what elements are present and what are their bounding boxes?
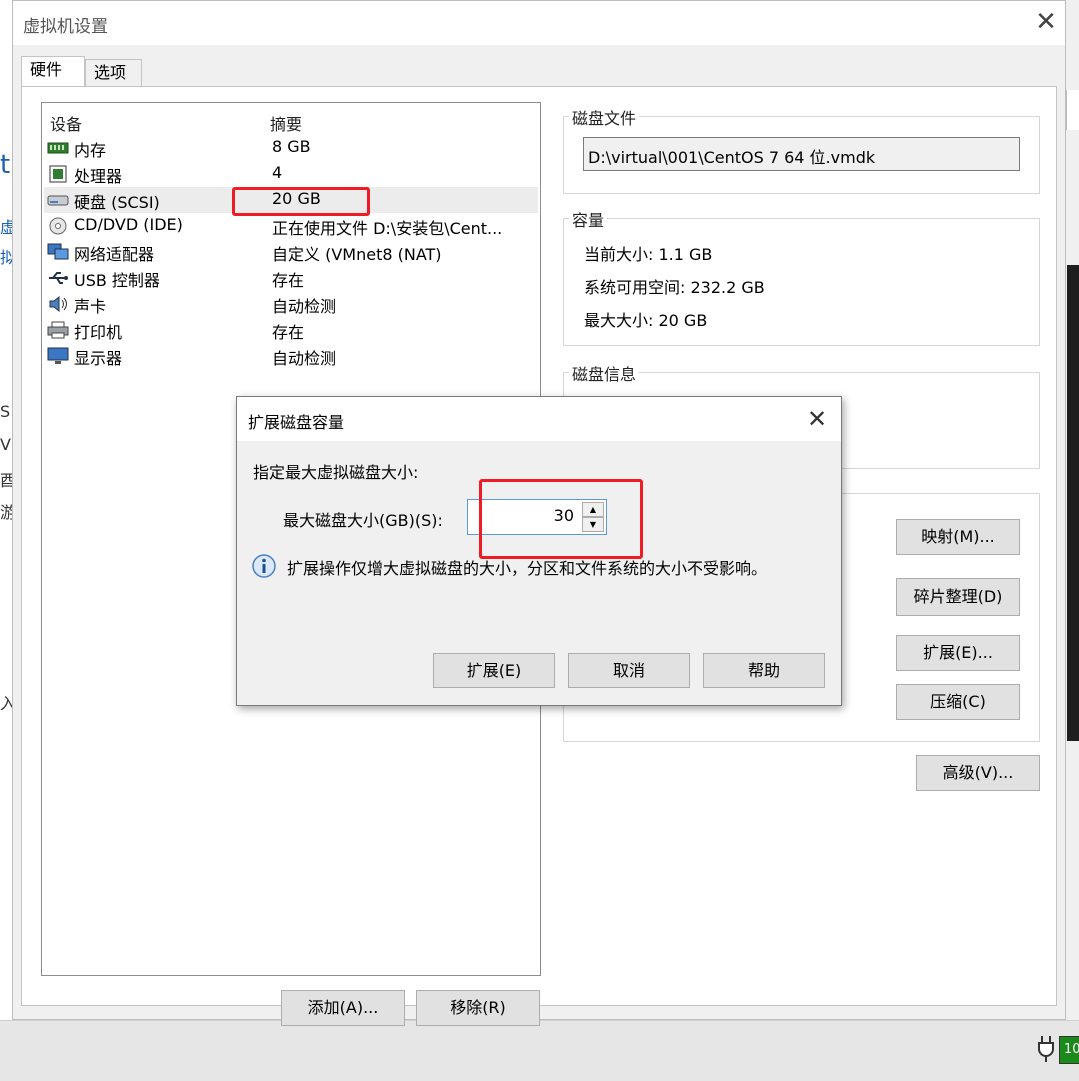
device-row-network-adapter[interactable]: 网络适配器 自定义 (VMnet8 (NAT) bbox=[44, 239, 538, 265]
power-plug-icon[interactable] bbox=[1036, 1034, 1058, 1062]
battery-indicator[interactable]: 10 bbox=[1059, 1036, 1079, 1064]
device-row-display[interactable]: 显示器 自动检测 bbox=[44, 343, 538, 369]
available-space-text: 系统可用空间: 232.2 GB bbox=[584, 278, 765, 297]
network-adapter-icon bbox=[47, 243, 69, 260]
close-icon[interactable]: ✕ bbox=[1031, 7, 1061, 37]
expand-button[interactable]: 扩展(E)... bbox=[896, 635, 1020, 671]
monitor-icon bbox=[47, 347, 69, 364]
memory-icon bbox=[47, 142, 69, 154]
bg-glyph: V bbox=[0, 435, 11, 454]
printer-icon bbox=[47, 321, 69, 339]
device-name: 声卡 bbox=[74, 297, 107, 316]
background-window-right bbox=[1066, 90, 1079, 130]
device-name: 网络适配器 bbox=[74, 245, 155, 264]
device-row-printer[interactable]: 打印机 存在 bbox=[44, 317, 538, 343]
device-row-memory[interactable]: 内存 8 GB bbox=[44, 135, 538, 161]
speaker-icon bbox=[49, 295, 67, 313]
device-summary: 自动检测 bbox=[272, 349, 337, 368]
device-summary: 4 bbox=[272, 163, 283, 182]
map-button[interactable]: 映射(M)... bbox=[896, 519, 1020, 555]
max-size-text: 最大大小: 20 GB bbox=[584, 311, 708, 330]
defrag-button[interactable]: 碎片整理(D) bbox=[896, 578, 1020, 616]
device-name: 内存 bbox=[74, 141, 107, 160]
hard-disk-icon bbox=[47, 195, 69, 206]
device-summary: 正在使用文件 D:\安装包\Cent... bbox=[272, 219, 503, 238]
expand-dialog-title: 扩展磁盘容量 bbox=[248, 413, 345, 432]
current-size-text: 当前大小: 1.1 GB bbox=[584, 245, 713, 264]
column-header-device: 设备 bbox=[50, 115, 83, 134]
add-button[interactable]: 添加(A)... bbox=[281, 990, 405, 1026]
disk-file-path-field[interactable]: D:\virtual\001\CentOS 7 64 位.vmdk bbox=[583, 137, 1020, 171]
column-header-summary: 摘要 bbox=[270, 115, 303, 134]
device-row-sound-card[interactable]: 声卡 自动检测 bbox=[44, 291, 538, 317]
tab-options[interactable]: 选项 bbox=[85, 59, 142, 86]
device-row-processor[interactable]: 处理器 4 bbox=[44, 161, 538, 187]
close-icon[interactable]: ✕ bbox=[803, 405, 831, 433]
window-title: 虚拟机设置 bbox=[23, 17, 108, 37]
highlight-box-disk-size bbox=[232, 187, 370, 216]
device-summary: 存在 bbox=[272, 323, 305, 342]
usb-icon bbox=[49, 272, 68, 284]
compact-button[interactable]: 压缩(C) bbox=[896, 684, 1020, 720]
tab-hardware[interactable]: 硬件 bbox=[21, 56, 85, 87]
title-bar: 虚拟机设置 ✕ bbox=[13, 1, 1065, 45]
info-icon bbox=[252, 554, 276, 578]
device-summary: 自定义 (VMnet8 (NAT) bbox=[272, 245, 442, 264]
device-name: 硬盘 (SCSI) bbox=[74, 193, 160, 212]
expand-confirm-button[interactable]: 扩展(E) bbox=[433, 653, 555, 688]
cd-dvd-icon bbox=[49, 217, 67, 235]
device-row-cd-dvd[interactable]: CD/DVD (IDE) 正在使用文件 D:\安装包\Cent... bbox=[44, 213, 538, 239]
device-summary: 8 GB bbox=[272, 137, 311, 156]
bg-glyph: S bbox=[0, 402, 11, 421]
device-row-usb-controller[interactable]: USB 控制器 存在 bbox=[44, 265, 538, 291]
device-summary: 自动检测 bbox=[272, 297, 337, 316]
capacity-label: 容量 bbox=[569, 207, 608, 231]
cpu-icon bbox=[49, 165, 67, 183]
cancel-button[interactable]: 取消 bbox=[568, 653, 690, 688]
disk-file-label: 磁盘文件 bbox=[569, 105, 640, 129]
advanced-button[interactable]: 高级(V)... bbox=[916, 755, 1040, 791]
taskbar bbox=[0, 1020, 1079, 1081]
device-name: 打印机 bbox=[74, 323, 123, 342]
disk-info-label: 磁盘信息 bbox=[569, 361, 640, 385]
device-name: 处理器 bbox=[74, 167, 123, 186]
expand-prompt-text: 指定最大虚拟磁盘大小: bbox=[253, 463, 419, 482]
expand-dialog-title-bar: 扩展磁盘容量 ✕ bbox=[237, 397, 841, 441]
max-disk-size-label: 最大磁盘大小(GB)(S): bbox=[283, 511, 443, 530]
device-name: USB 控制器 bbox=[74, 271, 160, 290]
device-summary: 存在 bbox=[272, 271, 305, 290]
remove-button[interactable]: 移除(R) bbox=[416, 990, 540, 1026]
device-name: 显示器 bbox=[74, 349, 123, 368]
bg-glyph: t bbox=[0, 150, 11, 180]
background-window-dark bbox=[1067, 265, 1079, 741]
highlight-box-new-size bbox=[479, 479, 643, 559]
device-name: CD/DVD (IDE) bbox=[74, 215, 183, 234]
help-button[interactable]: 帮助 bbox=[703, 653, 825, 688]
